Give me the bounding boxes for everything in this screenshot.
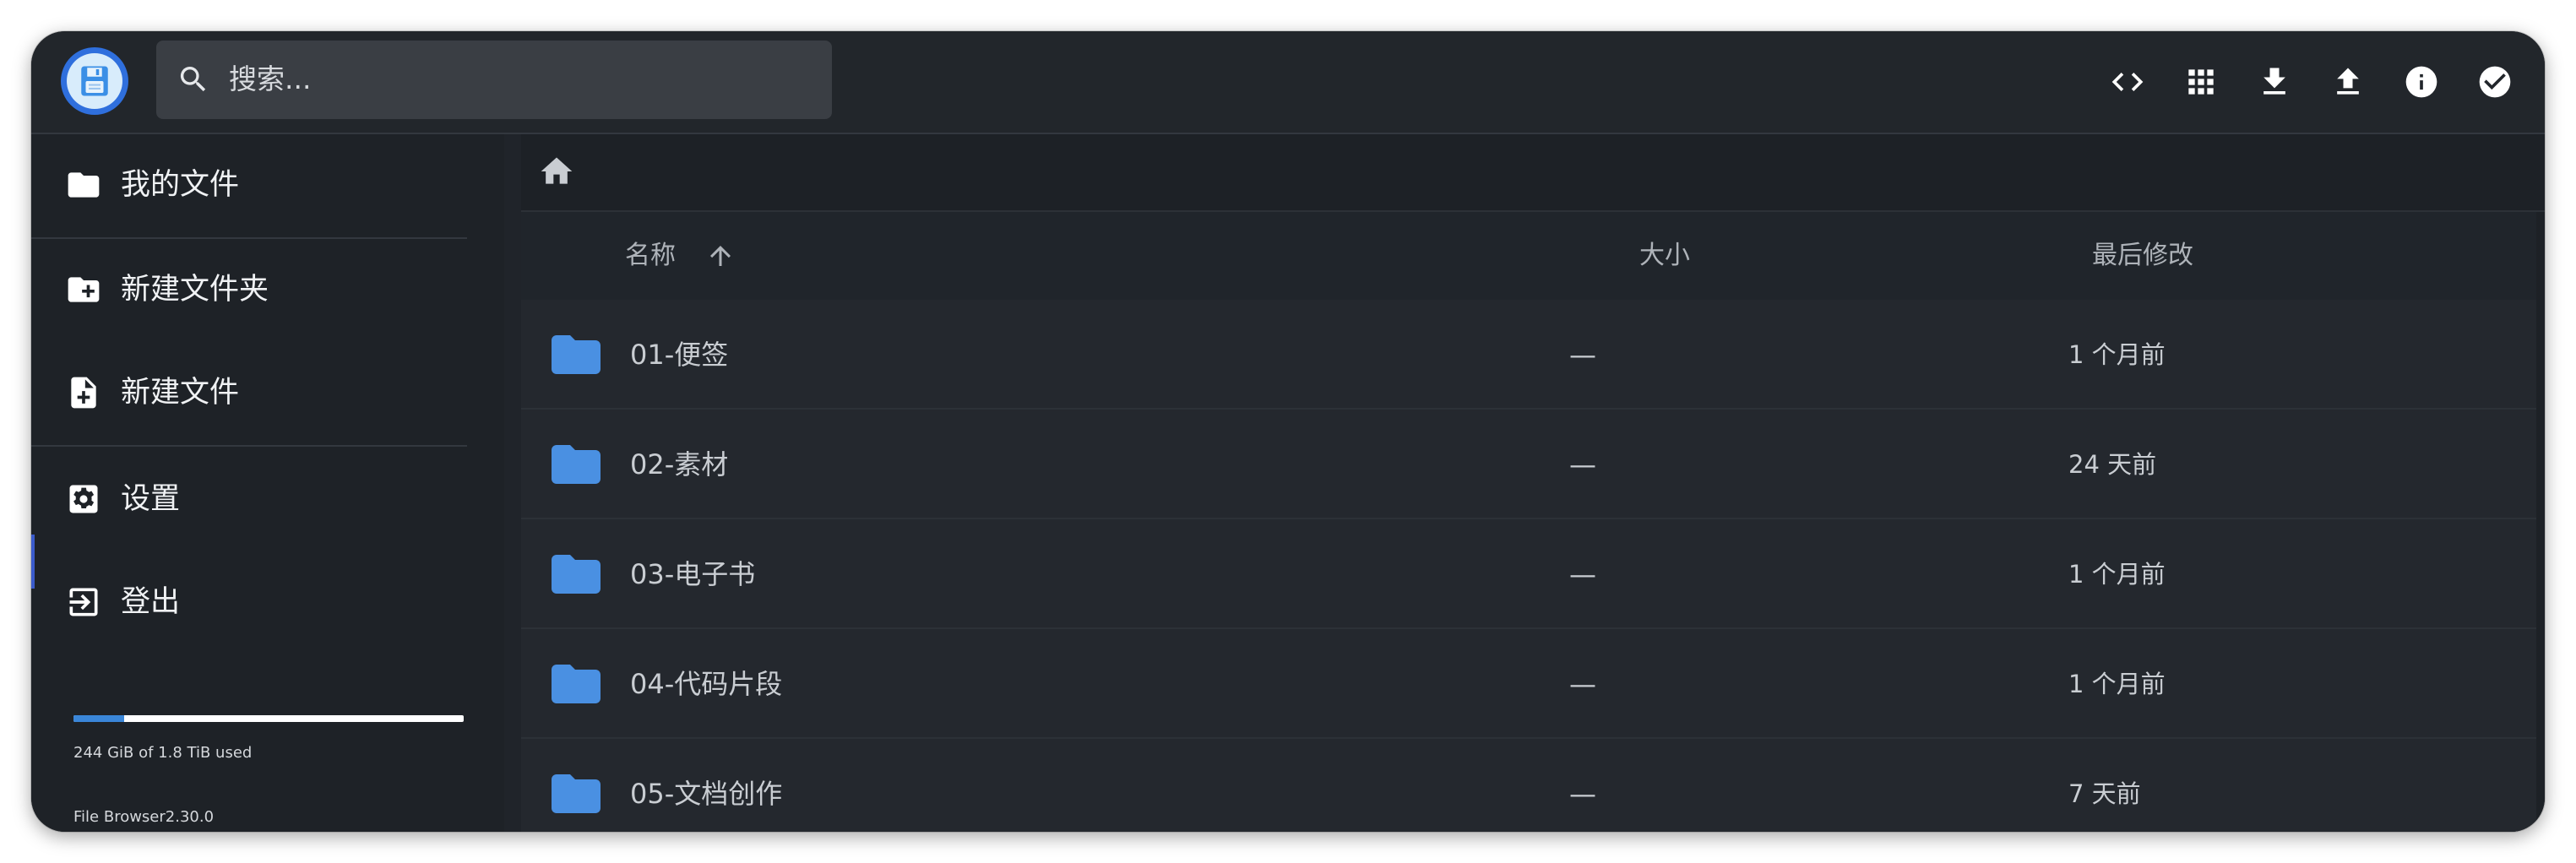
storage-usage-fill xyxy=(73,715,125,722)
new-folder-icon xyxy=(65,271,102,308)
search-icon xyxy=(177,62,210,96)
file-size: — xyxy=(1569,558,1596,590)
sidebar-item-logout[interactable]: 登出 xyxy=(31,551,467,653)
storage-usage-text: 244 GiB of 1.8 TiB used xyxy=(73,744,253,762)
file-size: — xyxy=(1569,339,1596,371)
sidebar-item-new-folder[interactable]: 新建文件夹 xyxy=(31,239,467,340)
file-modified: 7 天前 xyxy=(2068,779,2141,808)
search-input[interactable]: 搜索... xyxy=(229,61,311,98)
file-name: 01-便签 xyxy=(630,339,729,371)
folder-icon xyxy=(552,774,601,813)
arrow-up-icon[interactable] xyxy=(705,241,736,271)
home-icon[interactable] xyxy=(538,153,579,190)
table-row[interactable]: 04-代码片段 — 1 个月前 xyxy=(521,629,2536,739)
settings-icon xyxy=(65,480,102,518)
sidebar-item-label: 登出 xyxy=(121,585,181,619)
file-listing: 名称 大小 最后修改 01-便签 — 1 个月前 02-素材 — 24 天前 0… xyxy=(521,134,2545,832)
file-size: — xyxy=(1569,778,1596,810)
folder-icon xyxy=(552,665,601,703)
info-icon[interactable] xyxy=(2403,63,2440,100)
file-name: 05-文档创作 xyxy=(630,778,783,810)
sidebar-item-label: 设置 xyxy=(121,482,181,516)
top-bar: 搜索... xyxy=(31,31,2545,134)
code-view-icon[interactable] xyxy=(2109,63,2146,100)
file-modified: 1 个月前 xyxy=(2068,560,2166,589)
table-row[interactable]: 02-素材 — 24 天前 xyxy=(521,410,2536,519)
file-modified: 1 个月前 xyxy=(2068,670,2166,698)
upload-icon[interactable] xyxy=(2329,63,2367,100)
sidebar-item-label: 新建文件夹 xyxy=(121,273,269,307)
file-name: 03-电子书 xyxy=(630,558,756,590)
folder-icon xyxy=(65,166,102,204)
app-logo[interactable] xyxy=(61,47,128,115)
new-file-icon xyxy=(65,374,102,411)
floppy-disk-icon xyxy=(67,53,122,109)
grid-view-icon[interactable] xyxy=(2182,63,2220,100)
sidebar-item-label: 我的文件 xyxy=(121,168,240,202)
search-box[interactable]: 搜索... xyxy=(156,41,832,119)
divider xyxy=(31,445,467,447)
help-link[interactable]: 帮助 xyxy=(73,830,104,832)
sidebar: 我的文件 新建文件夹 新建文件 设置 登出 244 GiB of 1.8 TiB… xyxy=(31,134,504,832)
table-row[interactable]: 03-电子书 — 1 个月前 xyxy=(521,519,2536,629)
file-size: — xyxy=(1569,448,1596,480)
folder-icon xyxy=(552,445,601,484)
table-row[interactable]: 01-便签 — 1 个月前 xyxy=(521,300,2536,410)
logout-icon xyxy=(65,583,102,621)
file-name: 02-素材 xyxy=(630,448,729,480)
file-modified: 24 天前 xyxy=(2068,450,2157,479)
sidebar-item-label: 新建文件 xyxy=(121,376,240,410)
column-header-size[interactable]: 大小 xyxy=(1639,238,1690,274)
sidebar-item-my-files[interactable]: 我的文件 xyxy=(31,134,467,236)
app-window: 搜索... 我的文件 新建文件夹 新建文件 设置 登出 244 GiB of 1… xyxy=(31,31,2545,832)
storage-usage-bar xyxy=(73,715,464,722)
app-version: File Browser2.30.0 xyxy=(73,808,215,826)
column-header-name[interactable]: 名称 xyxy=(625,238,676,274)
select-check-icon[interactable] xyxy=(2476,63,2514,100)
file-modified: 1 个月前 xyxy=(2068,340,2166,369)
table-header: 名称 大小 最后修改 xyxy=(521,212,2536,300)
column-header-modified[interactable]: 最后修改 xyxy=(2092,238,2193,274)
folder-icon xyxy=(552,335,601,374)
folder-icon xyxy=(552,555,601,594)
file-size: — xyxy=(1569,668,1596,700)
table-row[interactable]: 05-文档创作 — 7 天前 xyxy=(521,739,2536,832)
sidebar-item-settings[interactable]: 设置 xyxy=(31,448,467,550)
sidebar-item-new-file[interactable]: 新建文件 xyxy=(31,342,467,443)
file-name: 04-代码片段 xyxy=(630,668,783,700)
download-icon[interactable] xyxy=(2256,63,2293,100)
